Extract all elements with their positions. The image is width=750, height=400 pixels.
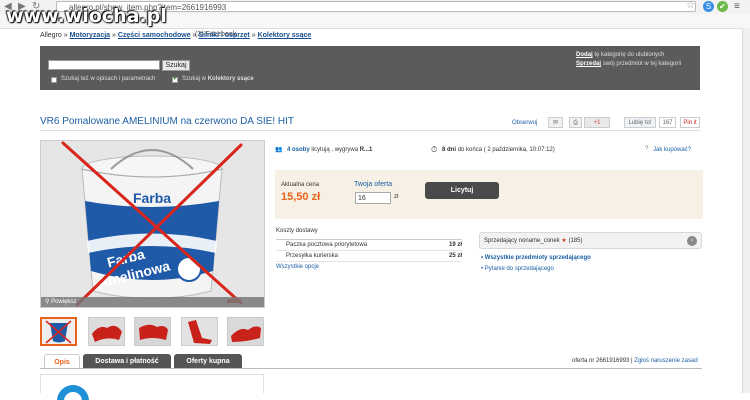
thumbnail[interactable] xyxy=(40,317,77,346)
all-options-link[interactable]: Wszystkie opcje xyxy=(276,264,462,270)
search-category-checkbox[interactable]: ✔ xyxy=(172,76,178,83)
like-count: 167 xyxy=(659,117,676,128)
winner: R...1 xyxy=(359,147,373,153)
print-icon[interactable]: ⎙ xyxy=(569,117,582,128)
thumbnail[interactable] xyxy=(181,317,218,346)
bucket-text-1: Farba xyxy=(133,190,171,206)
divider xyxy=(40,368,702,369)
thumbnail[interactable] xyxy=(134,317,171,346)
description-preview xyxy=(40,374,264,400)
page-title: VR6 Pomalowane AMELINIUM na czerwono DA … xyxy=(40,116,294,127)
shipping-row: Paczka pocztowa priorytetowa 19 zł xyxy=(276,240,462,251)
paint-bucket-image: Farba do amelinium Farba Amelinowa xyxy=(41,141,264,307)
seller-label: Sprzedający xyxy=(484,238,518,244)
breadcrumb-item[interactable]: Kolektory ssące xyxy=(258,32,312,39)
tab-description[interactable]: Opis xyxy=(44,354,80,369)
extension-icon[interactable]: ✔ xyxy=(717,1,728,12)
seller-rating: (185) xyxy=(568,238,583,244)
search-button[interactable]: Szukaj xyxy=(162,60,190,71)
enlarge-link[interactable]: ⚲ Powiększ xyxy=(41,297,264,307)
pinit-button[interactable]: Pin it xyxy=(680,117,700,128)
add-favorite-link[interactable]: Dodaj xyxy=(576,52,593,58)
search-category-label: Szukaj w Kolektory ssące xyxy=(182,76,254,82)
seller-expand-icon[interactable]: › xyxy=(687,236,697,246)
bidders-link[interactable]: 4 osoby xyxy=(287,147,310,153)
seller-box[interactable]: Sprzedający noname_conek ★ (185) › xyxy=(479,232,702,249)
search-input[interactable] xyxy=(48,60,160,70)
star-icon[interactable]: ☆ xyxy=(686,0,695,11)
breadcrumb: Allegro » Motoryzacja » Części samochodo… xyxy=(40,32,312,39)
bucket-text-2: do amelinium xyxy=(110,208,194,223)
report-link[interactable]: Zgłoś naruszenie zasad xyxy=(634,358,697,364)
thumbnail[interactable] xyxy=(88,317,125,346)
bidders-text: 4 osoby licytują , wygrywa R...1 xyxy=(287,147,373,153)
thumbnail[interactable] xyxy=(227,317,264,346)
watermark: www.wiocha.pl xyxy=(6,5,167,27)
search-descriptions-label: Szukaj też w opisach i parametrach xyxy=(61,76,156,82)
seller-star-icon: ★ xyxy=(561,238,567,244)
how-to-buy-link[interactable]: Jak kupować? xyxy=(653,147,691,153)
menu-icon[interactable]: ≡ xyxy=(734,1,740,12)
breadcrumb-item[interactable]: Części samochodowe xyxy=(118,32,191,39)
brand-logo xyxy=(57,385,89,400)
current-price: 15,50 zł xyxy=(281,191,321,203)
offer-label: Twoja oferta xyxy=(354,181,393,188)
gplus-button[interactable]: +1 xyxy=(584,117,610,128)
auction-info: 👥 4 osoby licytują , wygrywa R...1 ⏱ 8 d… xyxy=(275,143,700,159)
product-image[interactable]: Farba do amelinium Farba Amelinowa ⚲ Pow… xyxy=(40,140,265,308)
sell-text: Sprzedaj swój przedmiot w tej kategorii xyxy=(576,61,682,67)
clock-icon: ⏱ xyxy=(431,145,438,154)
sell-link[interactable]: Sprzedaj xyxy=(576,61,601,67)
tab-delivery[interactable]: Dostawa i płatność xyxy=(83,354,171,369)
add-favorite-text: Dodaj tę kategorię do ulubionych xyxy=(576,52,665,58)
seller-name[interactable]: noname_conek xyxy=(519,238,560,244)
scrollbar[interactable] xyxy=(742,28,750,393)
bid-button[interactable]: Licytuj xyxy=(425,182,499,199)
offer-input[interactable]: 16 xyxy=(355,192,391,204)
shipping-row: Przesyłka kurierska 25 zł xyxy=(276,251,462,262)
breadcrumb-item[interactable]: Motoryzacja xyxy=(70,32,110,39)
shipping-header: Koszty dostawy xyxy=(276,228,462,240)
ask-seller-link[interactable]: • Pytanie do sprzedającego xyxy=(481,266,554,272)
time-left: 8 dni do końca ( 2 października, 10:07:1… xyxy=(442,147,555,153)
shipping-costs: Koszty dostawy Paczka pocztowa priorytet… xyxy=(276,228,462,270)
email-icon[interactable]: ✉ xyxy=(548,117,563,128)
breadcrumb-item[interactable]: Silniki i osprzęt xyxy=(198,32,249,39)
price-box: Aktualna cena 15,50 zł Twoja oferta 16 z… xyxy=(275,170,703,219)
search-descriptions-checkbox[interactable] xyxy=(51,77,57,83)
offer-number: oferta nr 2661916993 | Zgłoś naruszenie … xyxy=(572,358,698,364)
bidders-icon: 👥 xyxy=(275,147,283,153)
like-button[interactable]: Lubię to! xyxy=(624,117,656,128)
tab-buy-offers[interactable]: Oferty kupna xyxy=(174,354,242,369)
search-panel: Szukaj Szukaj też w opisach i parametrac… xyxy=(40,46,700,90)
price-label: Aktualna cena xyxy=(281,182,320,188)
currency-label: zł xyxy=(394,194,399,200)
watch-link[interactable]: Obserwuj xyxy=(512,120,537,126)
seller-items-link[interactable]: • Wszystkie przedmioty sprzedającego xyxy=(481,255,591,261)
help-icon: ? xyxy=(645,146,649,152)
divider xyxy=(40,130,700,131)
magnifier-icon: ⚲ xyxy=(45,299,50,305)
skype-icon[interactable]: S xyxy=(703,1,714,12)
breadcrumb-root[interactable]: Allegro xyxy=(40,32,62,39)
